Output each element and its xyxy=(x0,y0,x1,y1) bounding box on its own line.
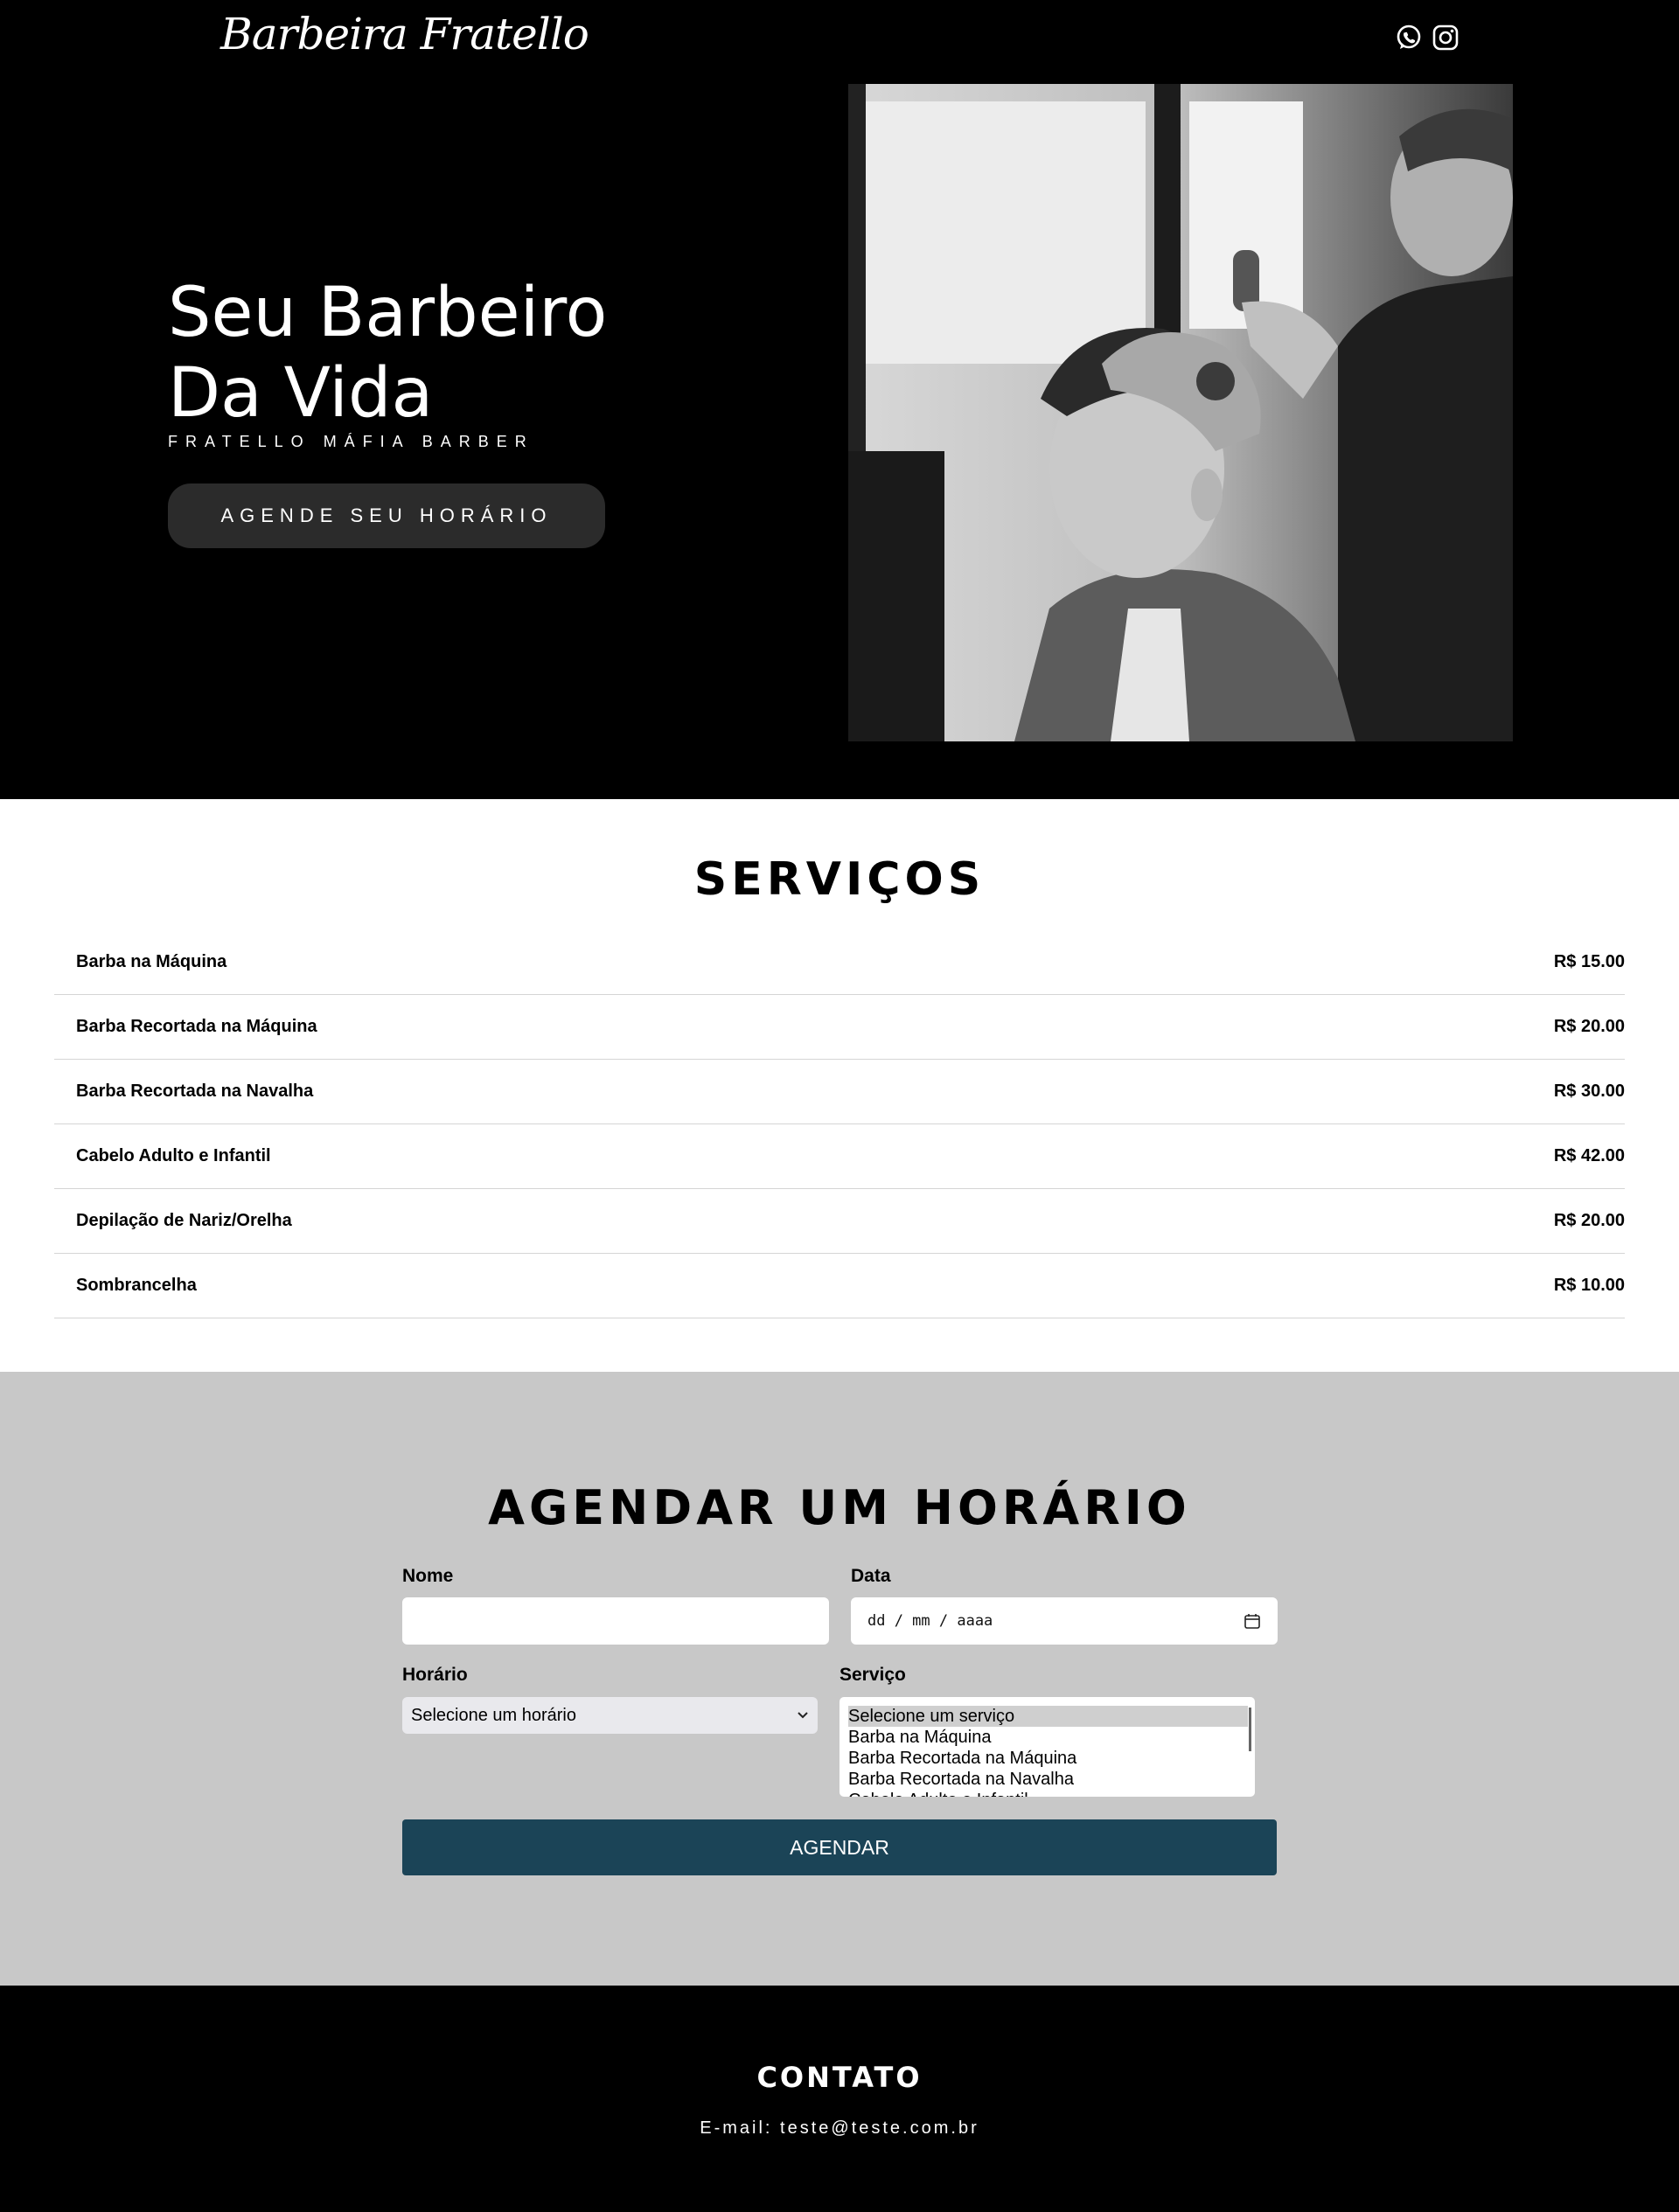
list-item: Barba Recortada na Navalha R$ 30.00 xyxy=(54,1060,1625,1124)
list-item: Cabelo Adulto e Infantil R$ 42.00 xyxy=(54,1124,1625,1189)
instagram-icon[interactable] xyxy=(1431,23,1460,52)
list-item: Barba na Máquina R$ 15.00 xyxy=(54,930,1625,995)
date-input[interactable]: dd / mm / aaaa xyxy=(851,1597,1278,1645)
name-input[interactable] xyxy=(402,1597,829,1645)
site-footer: CONTATO E-mail: teste@teste.com.br xyxy=(0,1986,1679,2212)
calendar-icon[interactable] xyxy=(1244,1612,1261,1630)
service-name: Barba na Máquina xyxy=(76,952,227,971)
time-label: Horário xyxy=(402,1665,468,1685)
service-option[interactable]: Selecione um serviço xyxy=(848,1706,1248,1727)
name-label: Nome xyxy=(402,1566,454,1586)
service-option[interactable]: Barba na Máquina xyxy=(848,1727,1248,1748)
booking-title: AGENDAR UM HORÁRIO xyxy=(488,1480,1191,1535)
date-placeholder: dd / mm / aaaa xyxy=(867,1612,993,1630)
barber-photo xyxy=(848,84,1513,741)
listbox-scrollbar[interactable] xyxy=(1249,1708,1251,1751)
schedule-cta-button[interactable]: AGENDE SEU HORÁRIO xyxy=(168,483,605,548)
submit-booking-button[interactable]: AGENDAR xyxy=(402,1819,1277,1875)
service-price: R$ 15.00 xyxy=(1553,952,1625,971)
service-name: Depilação de Nariz/Orelha xyxy=(76,1211,292,1230)
site-logo[interactable]: Barbeira Fratello xyxy=(220,9,589,59)
service-price: R$ 10.00 xyxy=(1553,1276,1625,1295)
chevron-down-icon xyxy=(798,1712,808,1719)
service-label: Serviço xyxy=(840,1665,906,1685)
contact-email: E-mail: teste@teste.com.br xyxy=(700,2118,979,2138)
service-price: R$ 20.00 xyxy=(1553,1211,1625,1230)
service-name: Barba Recortada na Máquina xyxy=(76,1017,317,1036)
date-label: Data xyxy=(851,1566,891,1586)
service-option[interactable]: Barba Recortada na Máquina xyxy=(848,1748,1248,1769)
services-title: SERVIÇOS xyxy=(693,853,986,906)
list-item: Depilação de Nariz/Orelha R$ 20.00 xyxy=(54,1189,1625,1254)
service-price: R$ 20.00 xyxy=(1553,1017,1625,1036)
site-header: Barbeira Fratello xyxy=(0,0,1679,79)
whatsapp-icon[interactable] xyxy=(1394,23,1424,52)
list-item: Barba Recortada na Máquina R$ 20.00 xyxy=(54,995,1625,1060)
service-option[interactable]: Cabelo Adulto e Infantil xyxy=(848,1790,1248,1797)
booking-section: AGENDAR UM HORÁRIO Nome Data dd / mm / a… xyxy=(0,1372,1679,1986)
hero-section: Seu Barbeiro Da Vida FRATELLO MÁFIA BARB… xyxy=(0,79,1679,799)
service-name: Sombrancelha xyxy=(76,1276,197,1295)
service-price: R$ 30.00 xyxy=(1553,1082,1625,1101)
footer-title: CONTATO xyxy=(756,2061,923,2094)
time-selected: Selecione um horário xyxy=(411,1705,576,1725)
hero-subtitle: FRATELLO MÁFIA BARBER xyxy=(168,433,534,450)
list-item: Sombrancelha R$ 10.00 xyxy=(54,1254,1625,1318)
time-select[interactable]: Selecione um horário xyxy=(402,1697,818,1734)
hero-title: Seu Barbeiro Da Vida xyxy=(168,274,608,433)
services-list: Barba na Máquina R$ 15.00 Barba Recortad… xyxy=(54,930,1625,1318)
service-option[interactable]: Barba Recortada na Navalha xyxy=(848,1769,1248,1790)
social-links xyxy=(1394,23,1460,52)
service-listbox[interactable]: Selecione um serviço Barba na Máquina Ba… xyxy=(840,1697,1255,1797)
service-name: Cabelo Adulto e Infantil xyxy=(76,1146,271,1165)
service-name: Barba Recortada na Navalha xyxy=(76,1082,314,1101)
services-section: SERVIÇOS Barba na Máquina R$ 15.00 Barba… xyxy=(0,799,1679,1372)
service-price: R$ 42.00 xyxy=(1553,1146,1625,1165)
